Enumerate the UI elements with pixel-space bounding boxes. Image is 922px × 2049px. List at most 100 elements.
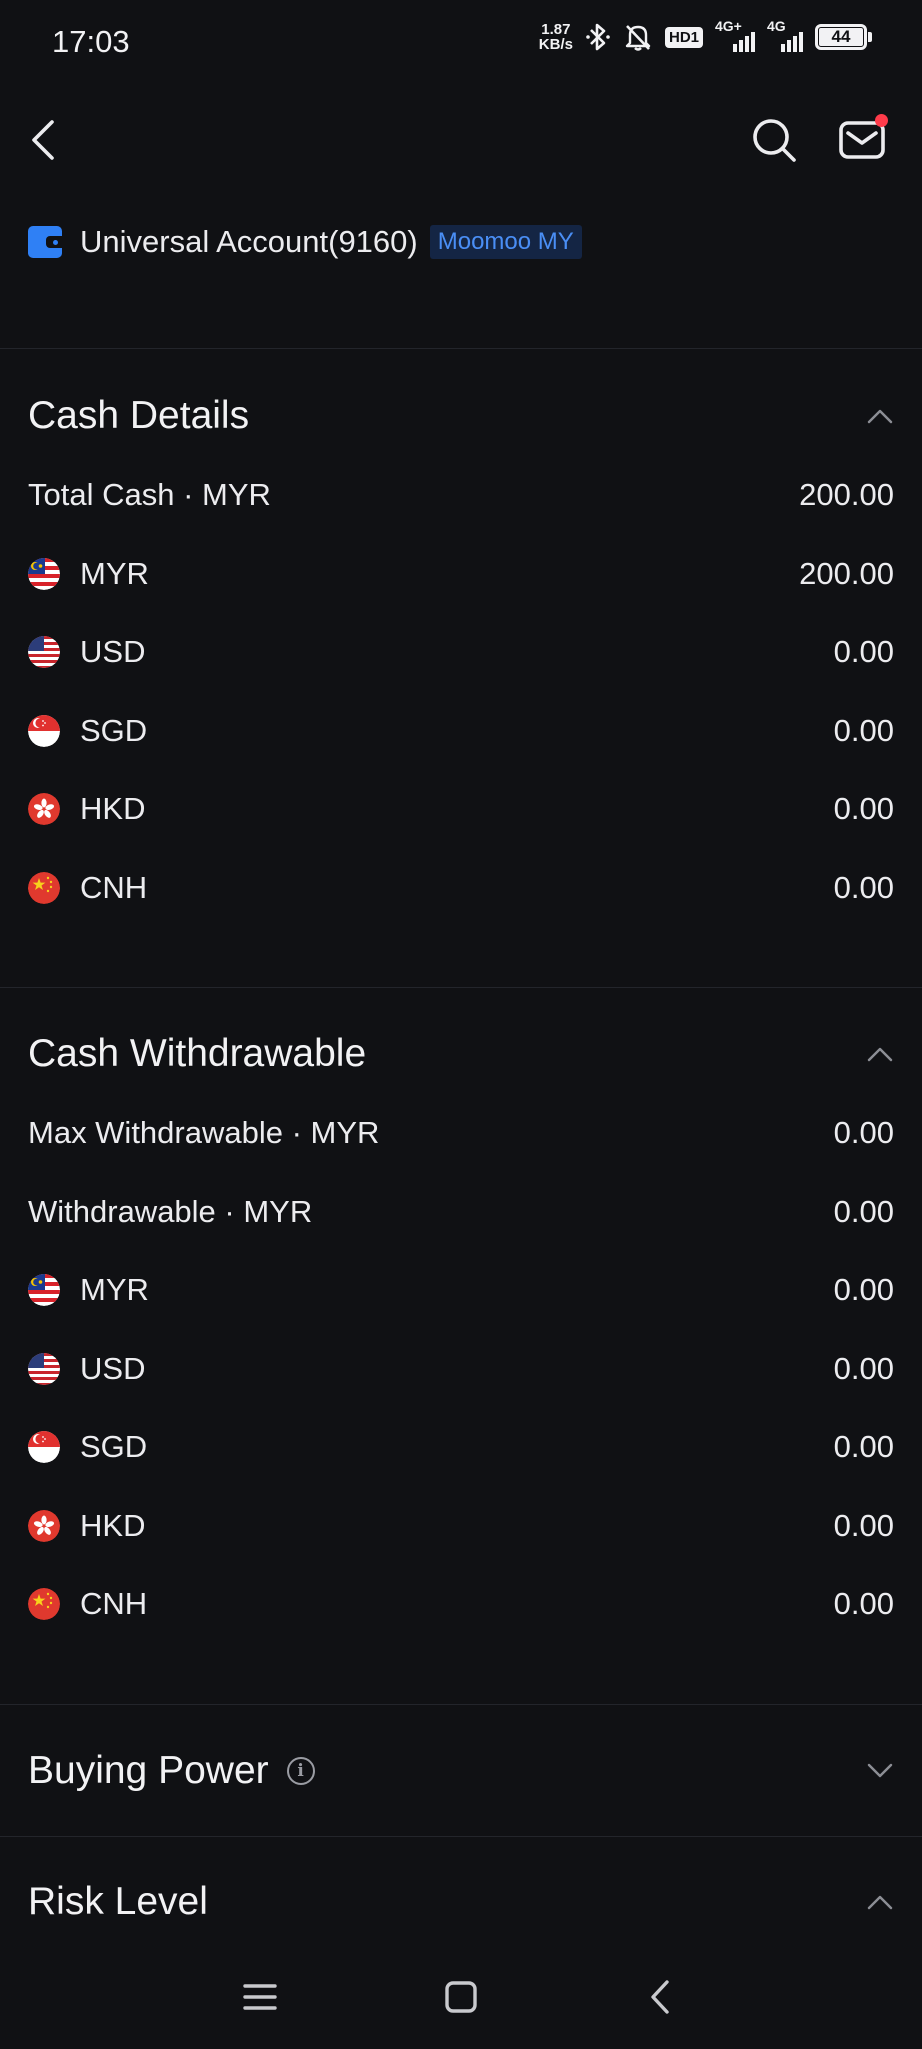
divider <box>0 1704 922 1705</box>
risk-level-header[interactable]: Risk Level <box>0 1862 922 1942</box>
sim2-label: 4G <box>767 18 786 34</box>
chevron-down-icon <box>867 1763 893 1778</box>
notification-dot <box>875 114 888 127</box>
collapse-button[interactable] <box>866 1040 894 1068</box>
recents-button[interactable] <box>230 1967 290 2027</box>
buying-power-section: Buying Power i <box>0 1731 922 1811</box>
currency-row: SGD 0.00 <box>0 692 922 771</box>
currency-row: USD 0.00 <box>0 613 922 692</box>
singapore-flag-icon <box>28 714 60 747</box>
currency-row: CNH 0.00 <box>0 849 922 928</box>
currency-value: 200.00 <box>799 555 894 591</box>
system-back-button[interactable] <box>630 1967 690 2027</box>
section-title: Cash Details <box>28 394 250 437</box>
net-speed: 1.87 KB/s <box>539 22 573 52</box>
total-cash-row: Total Cash · MYR 200.00 <box>0 456 922 535</box>
signal-sim1-icon: 4G+ <box>715 18 755 52</box>
singapore-flag-icon <box>28 1431 60 1464</box>
divider <box>0 1836 922 1837</box>
back-arrow-icon <box>651 1980 669 2014</box>
currency-code: USD <box>80 634 146 670</box>
max-withdrawable-value: 0.00 <box>833 1115 894 1151</box>
section-title: Risk Level <box>28 1880 208 1923</box>
currency-value: 0.00 <box>833 791 894 827</box>
currency-value: 0.00 <box>833 1586 894 1622</box>
battery-level: 44 <box>819 27 863 46</box>
withdrawable-value: 0.00 <box>833 1193 894 1229</box>
search-icon <box>753 119 796 162</box>
malaysia-flag-icon <box>28 557 60 590</box>
currency-code: HKD <box>80 1507 146 1543</box>
currency-code: SGD <box>80 712 148 748</box>
divider <box>0 348 922 349</box>
max-withdrawable-label: Max Withdrawable · MYR <box>28 1115 380 1151</box>
total-cash-value: 200.00 <box>799 477 894 513</box>
currency-code: MYR <box>80 555 149 591</box>
net-speed-value: 1.87 <box>541 21 571 38</box>
currency-code: MYR <box>80 1272 149 1308</box>
currency-value: 0.00 <box>833 1507 894 1543</box>
currency-row: MYR 0.00 <box>0 1251 922 1330</box>
mail-button[interactable] <box>832 110 892 170</box>
currency-value: 0.00 <box>833 1429 894 1465</box>
currency-row: HKD 0.00 <box>0 1487 922 1566</box>
collapse-button[interactable] <box>866 402 894 430</box>
currency-code: SGD <box>80 1429 148 1465</box>
buying-power-header[interactable]: Buying Power i <box>0 1731 922 1811</box>
home-button[interactable] <box>431 1967 491 2027</box>
currency-row: CNH 0.00 <box>0 1565 922 1644</box>
chevron-up-icon <box>867 409 893 424</box>
screen: 17:03 1.87 KB/s HD1 4G+ 4G 44 Universal … <box>0 0 922 2049</box>
collapse-button[interactable] <box>866 1888 894 1916</box>
cash-details-header[interactable]: Cash Details <box>0 376 922 456</box>
chevron-up-icon <box>867 1047 893 1062</box>
signal-sim2-icon: 4G <box>767 18 803 52</box>
system-nav-bar <box>0 1939 922 2049</box>
currency-code: CNH <box>80 869 148 905</box>
currency-value: 0.00 <box>833 1350 894 1386</box>
withdrawable-label: Withdrawable · MYR <box>28 1193 313 1229</box>
home-square-icon <box>445 1981 477 2013</box>
top-nav <box>0 100 922 180</box>
expand-button[interactable] <box>866 1757 894 1785</box>
status-time: 17:03 <box>52 24 130 59</box>
currency-value: 0.00 <box>833 869 894 905</box>
sim1-label: 4G+ <box>715 18 742 34</box>
bluetooth-icon <box>586 23 610 51</box>
malaysia-flag-icon <box>28 1274 60 1307</box>
back-button[interactable] <box>14 110 74 170</box>
status-icons: 1.87 KB/s HD1 4G+ 4G 44 <box>539 18 872 52</box>
info-icon[interactable]: i <box>286 1757 315 1785</box>
currency-value: 0.00 <box>833 634 894 670</box>
account-selector[interactable]: Universal Account(9160) Moomoo MY <box>28 222 582 262</box>
currency-row: HKD 0.00 <box>0 770 922 849</box>
net-speed-unit: KB/s <box>538 36 573 53</box>
currency-value: 0.00 <box>833 1272 894 1308</box>
section-title: Cash Withdrawable <box>28 1032 367 1075</box>
risk-level-section: Risk Level <box>0 1862 922 1942</box>
account-name: Universal Account(9160) <box>80 224 418 259</box>
currency-value: 0.00 <box>833 712 894 748</box>
status-bar: 17:03 1.87 KB/s HD1 4G+ 4G 44 <box>0 0 922 86</box>
broker-badge: Moomoo MY <box>429 225 582 259</box>
divider <box>0 987 922 988</box>
currency-row: USD 0.00 <box>0 1330 922 1409</box>
total-cash-label: Total Cash · MYR <box>28 477 271 513</box>
back-arrow-icon <box>32 120 54 160</box>
bell-muted-icon <box>625 25 651 51</box>
max-withdrawable-row: Max Withdrawable · MYR 0.00 <box>0 1094 922 1173</box>
hong-kong-flag-icon <box>28 793 60 826</box>
usa-flag-icon <box>28 1352 60 1385</box>
china-flag-icon <box>28 871 60 904</box>
chevron-up-icon <box>867 1895 893 1910</box>
cash-withdrawable-section: Cash Withdrawable Max Withdrawable · MYR… <box>0 1014 922 1644</box>
hd-badge: HD1 <box>664 26 703 48</box>
currency-code: CNH <box>80 1586 148 1622</box>
hong-kong-flag-icon <box>28 1509 60 1542</box>
menu-icon <box>243 1984 277 2010</box>
search-button[interactable] <box>744 110 804 170</box>
currency-code: HKD <box>80 791 146 827</box>
currency-row: SGD 0.00 <box>0 1408 922 1487</box>
cash-withdrawable-header[interactable]: Cash Withdrawable <box>0 1014 922 1094</box>
wallet-icon <box>28 226 62 258</box>
